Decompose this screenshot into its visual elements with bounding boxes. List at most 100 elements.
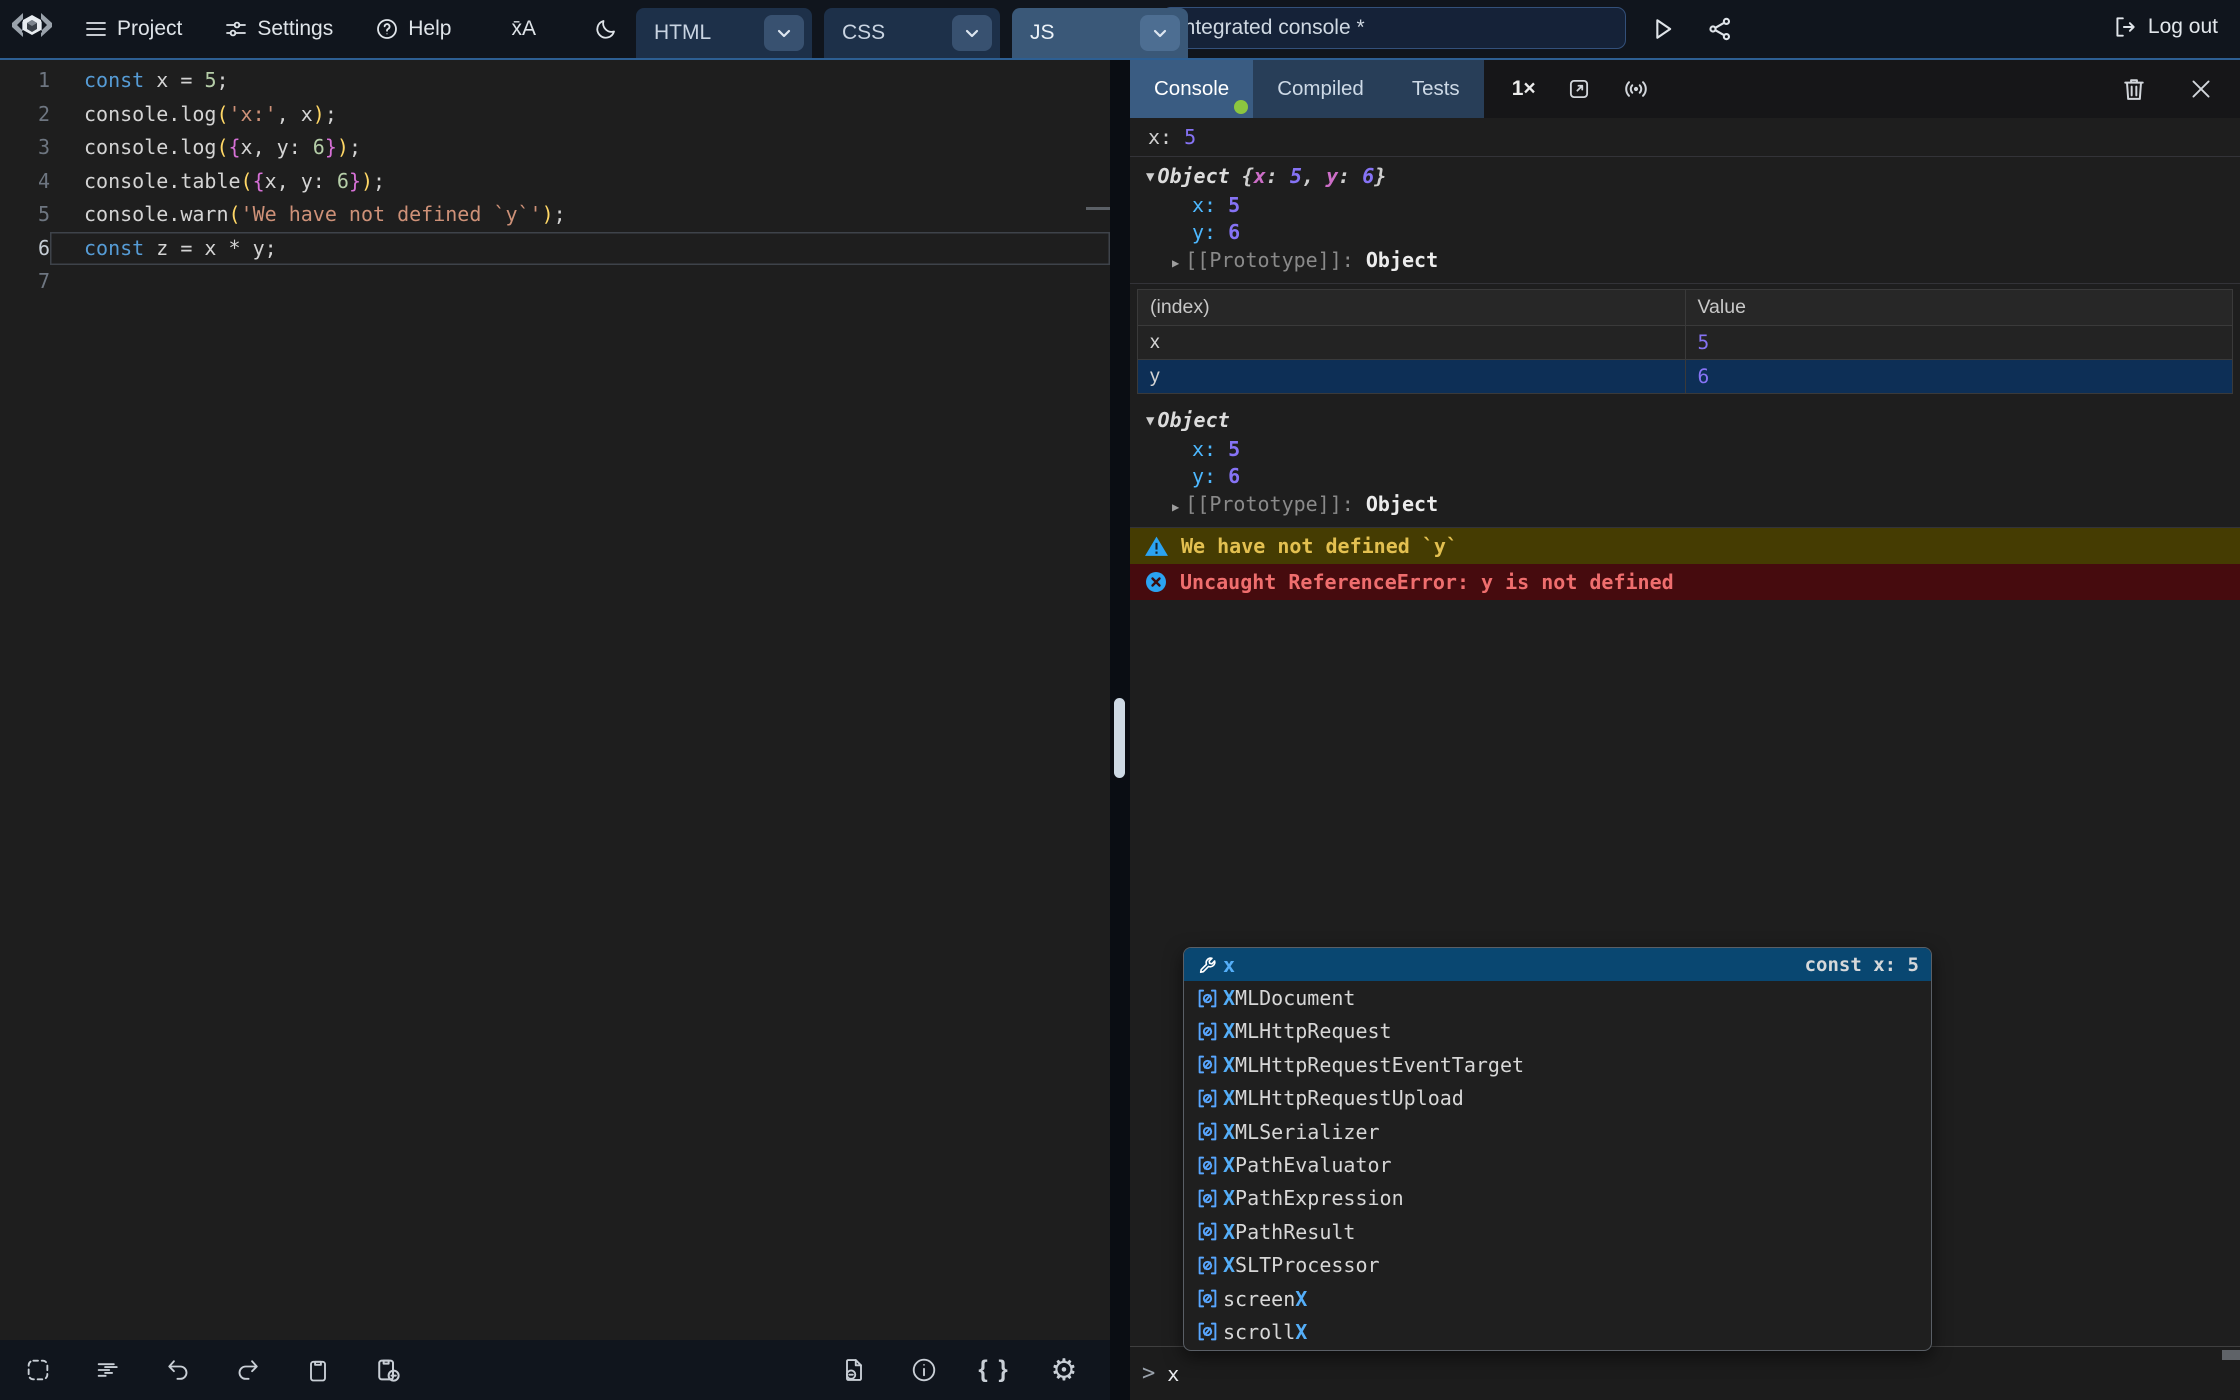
redo-button[interactable]: [230, 1352, 266, 1388]
copy-code-button[interactable]: [300, 1352, 336, 1388]
caret-down-icon[interactable]: ▼: [1146, 413, 1154, 429]
format-code-icon: [94, 1356, 122, 1384]
external-resources-button[interactable]: [836, 1352, 872, 1388]
editor-line: 1const x = 5;: [0, 64, 1110, 98]
autocomplete-item-label: XPathExpression: [1223, 1186, 1404, 1210]
object-property: y: 6: [1130, 219, 2240, 246]
console-table-header-row: (index)Value: [1138, 290, 2233, 326]
autocomplete-item-label: XMLHttpRequestUpload: [1223, 1086, 1464, 1110]
format-code-button[interactable]: [90, 1352, 126, 1388]
autocomplete-item[interactable]: XMLDocument: [1184, 981, 1931, 1014]
header-menu: Project Settings: [84, 0, 618, 58]
html-language-menu-button[interactable]: [764, 15, 804, 51]
symbol-class-icon: [1191, 1288, 1223, 1309]
table-value-cell: 5: [1685, 326, 2233, 360]
tab-tests[interactable]: Tests: [1388, 60, 1484, 118]
editor-language-tabs: HTML CSS JS: [636, 8, 1188, 58]
editor-settings-button[interactable]: ⚙: [1046, 1352, 1082, 1388]
clear-console-button[interactable]: [2120, 75, 2148, 103]
property-value: 5: [1228, 437, 1240, 461]
app-logo[interactable]: [8, 6, 56, 52]
custom-settings-button[interactable]: { }: [976, 1352, 1012, 1388]
autocomplete-item[interactable]: XPathResult: [1184, 1215, 1931, 1248]
result-zoom-button[interactable]: 1×: [1512, 77, 1536, 101]
broadcast-button[interactable]: [1622, 75, 1650, 103]
autocomplete-item[interactable]: XPathExpression: [1184, 1182, 1931, 1215]
console-table-header-cell[interactable]: (index): [1138, 290, 1686, 326]
autocomplete-item[interactable]: XMLHttpRequest: [1184, 1015, 1931, 1048]
autocomplete-item-label: XPathResult: [1223, 1220, 1355, 1244]
table-index-cell: y: [1138, 360, 1686, 394]
css-language-menu-button[interactable]: [952, 15, 992, 51]
share-button[interactable]: [1706, 15, 1734, 43]
console-toolbar-spacer: [1650, 60, 2120, 118]
editor-lines: 1const x = 5;2console.log('x:', x);3cons…: [0, 60, 1110, 299]
autocomplete-item-label: XMLHttpRequestEventTarget: [1223, 1053, 1524, 1077]
autocomplete-item[interactable]: scrollX: [1184, 1315, 1931, 1348]
prototype-value: Object: [1366, 492, 1438, 516]
editor-line: 5console.warn('We have not defined `y`')…: [0, 198, 1110, 232]
pane-resize-handle[interactable]: [1114, 698, 1125, 778]
autocomplete-item-label: screenX: [1223, 1287, 1307, 1311]
tab-compiled-label: Compiled: [1277, 77, 1364, 101]
run-button[interactable]: [1648, 15, 1676, 43]
menu-project[interactable]: Project: [84, 17, 182, 41]
autocomplete-item[interactable]: XMLHttpRequestUpload: [1184, 1082, 1931, 1115]
object-name: Object: [1157, 164, 1229, 188]
tab-html[interactable]: HTML: [636, 8, 812, 58]
overview-ruler-marker: [1086, 207, 1110, 210]
project-title-input[interactable]: [1162, 7, 1626, 49]
project-info-button[interactable]: [906, 1352, 942, 1388]
autocomplete-item[interactable]: screenX: [1184, 1282, 1931, 1315]
autocomplete-item-label: XPathEvaluator: [1223, 1153, 1392, 1177]
caret-right-icon[interactable]: ▶: [1172, 256, 1179, 270]
console-input-value: x: [1167, 1362, 1179, 1386]
copy-snippet-button[interactable]: [370, 1352, 406, 1388]
console-input[interactable]: > x: [1130, 1346, 2240, 1400]
js-language-menu-button[interactable]: [1140, 15, 1180, 51]
object-property: y: 6: [1130, 463, 2240, 490]
autocomplete-item[interactable]: XMLHttpRequestEventTarget: [1184, 1048, 1931, 1081]
object-summary[interactable]: ▼Object {x: 5, y: 6}: [1130, 162, 2240, 192]
tab-js[interactable]: JS: [1012, 8, 1188, 58]
autocomplete-item[interactable]: XPathEvaluator: [1184, 1148, 1931, 1181]
play-icon: [1648, 15, 1676, 43]
console-table-row[interactable]: y6: [1138, 360, 2233, 394]
tab-console-label: Console: [1154, 77, 1229, 101]
tab-compiled[interactable]: Compiled: [1253, 60, 1388, 118]
autocomplete-item[interactable]: XMLSerializer: [1184, 1115, 1931, 1148]
undo-button[interactable]: [160, 1352, 196, 1388]
close-console-button[interactable]: [2188, 76, 2214, 102]
editor-line: 6const z = x * y;: [0, 232, 1110, 266]
open-result-in-new-window-button[interactable]: [1566, 76, 1592, 102]
autocomplete-item-label: x: [1223, 953, 1235, 977]
console-input-scrollbar[interactable]: [2222, 1350, 2240, 1360]
menu-project-label: Project: [117, 17, 182, 41]
translate-button[interactable]: x̄A: [511, 17, 536, 41]
prototype-value: Object: [1366, 248, 1438, 272]
object-prototype-row[interactable]: ▶[[Prototype]]: Object: [1130, 246, 2240, 277]
menu-settings[interactable]: Settings: [224, 17, 333, 41]
symbol-class-icon: [1191, 1321, 1223, 1342]
close-icon: [2188, 76, 2214, 102]
symbol-class-icon: [1191, 988, 1223, 1009]
object-prototype-row[interactable]: ▶[[Prototype]]: Object: [1130, 490, 2240, 521]
trash-icon: [2120, 75, 2148, 103]
dark-mode-toggle[interactable]: [594, 17, 618, 41]
select-region-button[interactable]: [20, 1352, 56, 1388]
tab-css[interactable]: CSS: [824, 8, 1000, 58]
menu-help[interactable]: Help: [375, 17, 451, 41]
code-editor[interactable]: 1const x = 5;2console.log('x:', x);3cons…: [0, 60, 1110, 1340]
object-summary[interactable]: ▼Object: [1130, 406, 2240, 436]
tab-console[interactable]: Console: [1130, 60, 1253, 118]
console-table-row[interactable]: x5: [1138, 326, 2233, 360]
translate-icon: x̄A: [511, 17, 536, 40]
caret-down-icon[interactable]: ▼: [1146, 169, 1154, 185]
autocomplete-item[interactable]: XSLTProcessor: [1184, 1249, 1931, 1282]
autocomplete-item[interactable]: xconst x: 5: [1184, 948, 1931, 981]
caret-right-icon[interactable]: ▶: [1172, 500, 1179, 514]
autocomplete-item-label: XMLHttpRequest: [1223, 1019, 1392, 1043]
console-table-header-cell[interactable]: Value: [1685, 290, 2233, 326]
symbol-class-icon: [1191, 1255, 1223, 1276]
logout-button[interactable]: Log out: [2112, 14, 2218, 40]
